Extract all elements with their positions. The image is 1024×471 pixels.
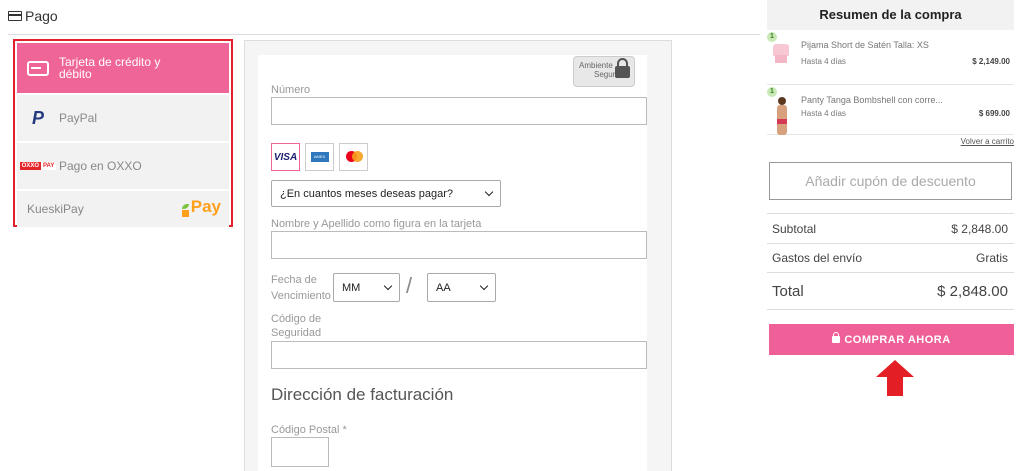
total-label: Total xyxy=(772,283,804,300)
back-to-cart-link[interactable]: Volver a carrito xyxy=(961,137,1014,146)
delivery-time: Hasta 4 días xyxy=(801,109,846,118)
summary-title: Resumen de la compra xyxy=(767,0,1014,30)
chevron-down-icon xyxy=(484,187,494,196)
header-divider xyxy=(8,34,760,35)
cardholder-name-input[interactable] xyxy=(271,231,647,259)
credit-card-icon xyxy=(8,11,22,21)
payment-methods-list: Tarjeta de crédito y débito P PayPal OXX… xyxy=(13,39,233,227)
method-kueskipay[interactable]: KueskiPay Pay xyxy=(17,191,229,227)
card-number-label: Número xyxy=(271,84,311,96)
expiry-label: Fecha de Vencimiento xyxy=(271,274,331,302)
amex-icon: AMEX xyxy=(305,143,334,171)
installments-select[interactable]: ¿En cuantos meses deseas pagar? xyxy=(271,180,501,207)
divider xyxy=(767,272,1014,273)
shipping-row: Gastos del envío Gratis xyxy=(772,251,1008,265)
date-separator: / xyxy=(406,273,413,298)
chevron-down-icon xyxy=(383,281,393,290)
lock-icon xyxy=(832,332,841,343)
divider xyxy=(767,243,1014,244)
mastercard-icon xyxy=(339,143,368,171)
method-label: PayPal xyxy=(59,111,98,125)
delivery-time: Hasta 4 días xyxy=(801,57,846,66)
postal-code-input[interactable] xyxy=(271,437,329,467)
cardholder-name-label: Nombre y Apellido como figura en la tarj… xyxy=(271,218,482,230)
expiry-year-select[interactable]: AA xyxy=(427,273,496,302)
card-brands: VISA AMEX xyxy=(271,143,368,171)
subtotal-label: Subtotal xyxy=(772,222,817,236)
shipping-label: Gastos del envío xyxy=(772,251,863,265)
order-summary: Resumen de la compra 1 Pijama Short de S… xyxy=(767,0,1014,355)
method-label: KueskiPay xyxy=(27,202,84,216)
payment-title: Pago xyxy=(25,8,58,24)
total-row: Total $ 2,848.00 xyxy=(772,283,1008,300)
secure-badge: Ambiente Seguro xyxy=(573,56,635,87)
method-paypal[interactable]: P PayPal xyxy=(17,95,229,143)
total-value: $ 2,848.00 xyxy=(937,283,1008,300)
product-price: $ 2,149.00 xyxy=(972,57,1010,66)
quantity-badge: 1 xyxy=(767,87,777,97)
method-oxxo[interactable]: OXXO PAY Pago en OXXO xyxy=(17,143,229,191)
divider xyxy=(767,213,1014,214)
lock-icon xyxy=(615,58,630,78)
subtotal-row: Subtotal $ 2,848.00 xyxy=(772,222,1008,236)
shipping-value: Gratis xyxy=(975,251,1008,265)
card-number-input[interactable] xyxy=(271,97,647,125)
visa-icon: VISA xyxy=(271,143,300,171)
oxxo-pay-icon: OXXO PAY xyxy=(19,162,57,170)
subtotal-value: $ 2,848.00 xyxy=(951,222,1008,236)
list-item: 1 Panty Tanga Bombshell con corre... Has… xyxy=(767,85,1014,135)
card-form-panel: Ambiente Seguro Número VISA AMEX ¿En cua… xyxy=(244,40,672,471)
coupon-button[interactable]: Añadir cupón de descuento xyxy=(769,162,1012,200)
annotation-arrow-icon xyxy=(876,360,914,396)
quantity-badge: 1 xyxy=(767,32,777,42)
buy-now-button[interactable]: COMPRAR AHORA xyxy=(769,324,1014,355)
product-thumbnail xyxy=(775,97,789,137)
paypal-icon: P xyxy=(31,107,44,128)
method-credit-card[interactable]: Tarjeta de crédito y débito xyxy=(17,43,229,95)
kueski-pay-logo: Pay xyxy=(181,197,221,217)
method-label: Pago en OXXO xyxy=(59,159,142,173)
divider xyxy=(767,309,1014,310)
expiry-month-select[interactable]: MM xyxy=(333,273,400,302)
postal-code-label: Código Postal * xyxy=(271,424,347,436)
method-label: Tarjeta de crédito y débito xyxy=(59,55,161,81)
product-thumbnail xyxy=(771,44,791,64)
cvv-input[interactable] xyxy=(271,341,647,369)
payment-header: Pago xyxy=(8,8,58,24)
product-price: $ 699.00 xyxy=(978,109,1010,118)
credit-card-icon xyxy=(27,60,49,76)
chevron-down-icon xyxy=(479,281,489,290)
billing-address-title: Dirección de facturación xyxy=(271,385,454,404)
product-name: Panty Tanga Bombshell con corre... xyxy=(801,95,943,105)
product-name: Pijama Short de Satén Talla: XS xyxy=(801,40,929,50)
cvv-label: Código de Seguridad xyxy=(271,313,322,339)
list-item: 1 Pijama Short de Satén Talla: XS Hasta … xyxy=(767,30,1014,85)
card-form: Ambiente Seguro Número VISA AMEX ¿En cua… xyxy=(258,55,647,471)
